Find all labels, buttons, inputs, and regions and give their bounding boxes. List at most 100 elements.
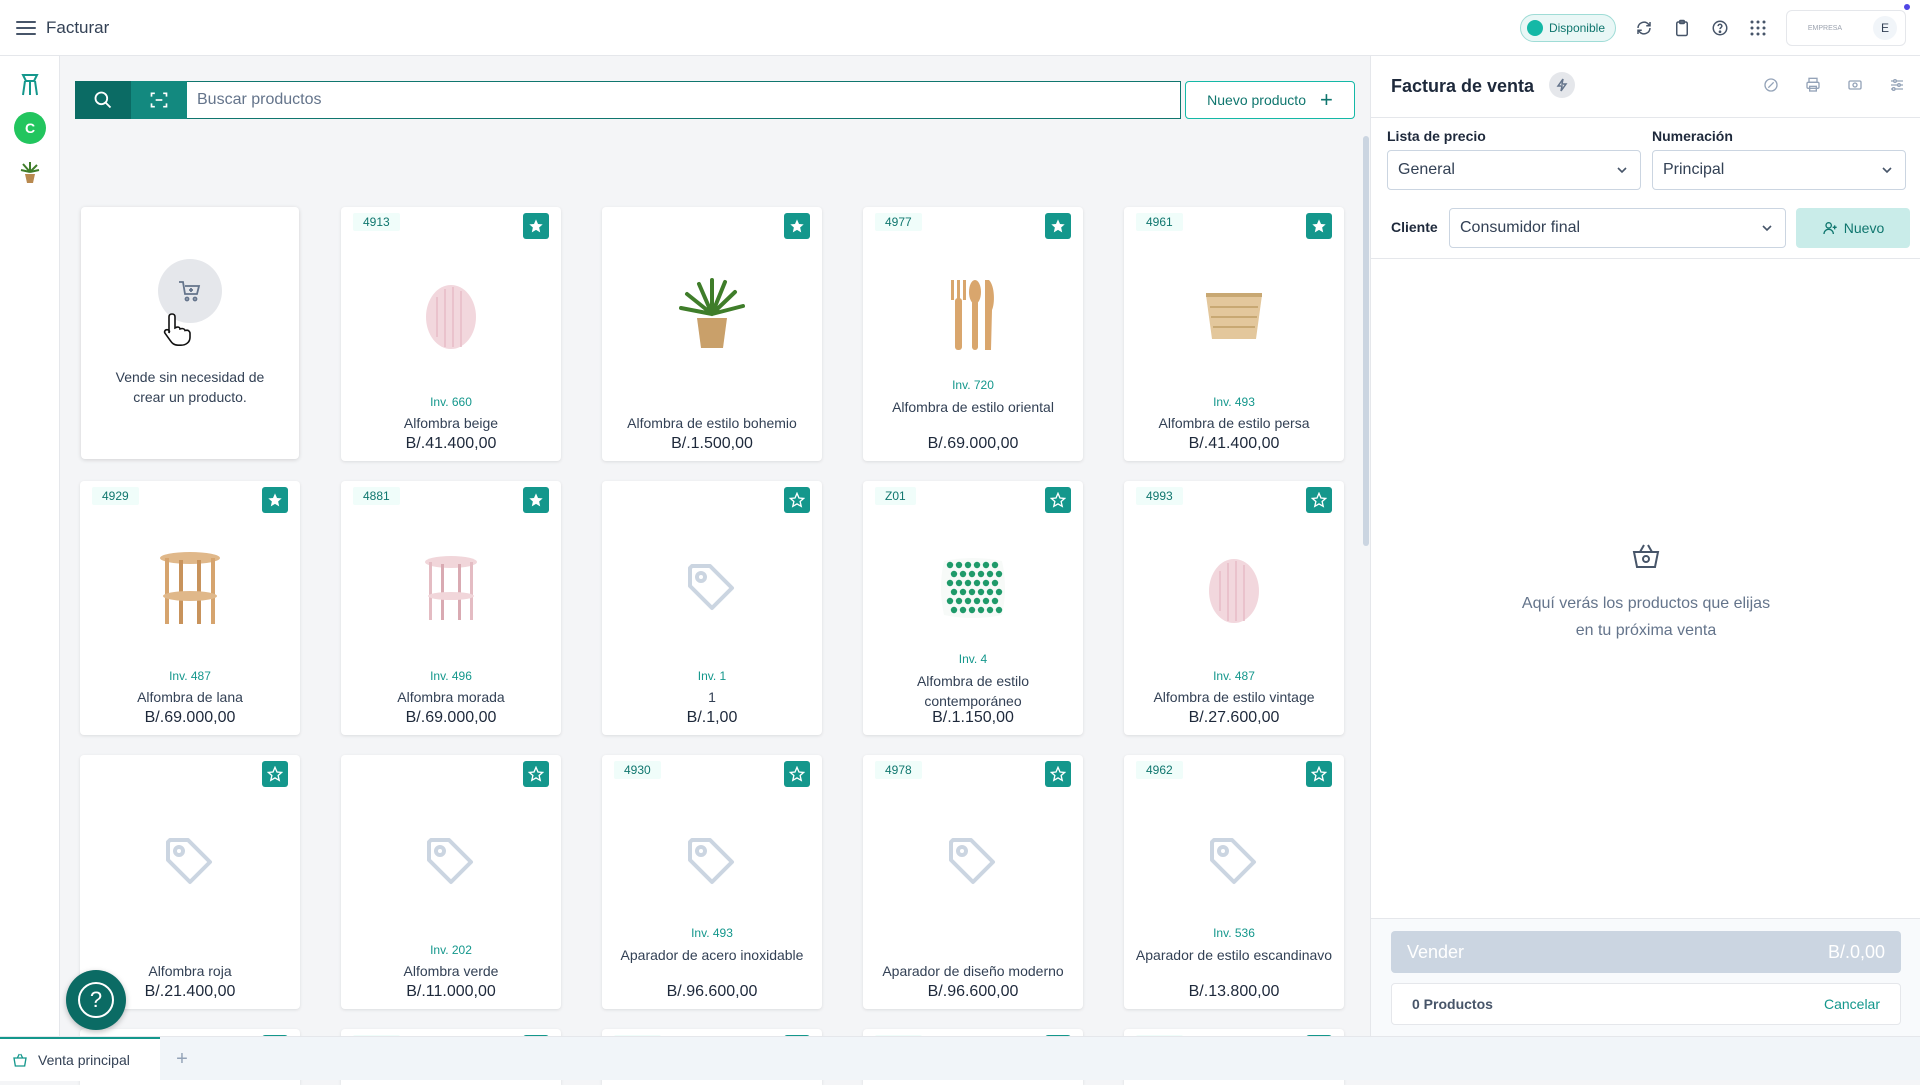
product-code: 4993: [1136, 487, 1183, 505]
new-product-button[interactable]: Nuevo producto +: [1185, 81, 1355, 119]
product-card[interactable]: 4993 Inv. 487 Alfombra de estilo vintage B/…: [1124, 481, 1344, 735]
app-title: Facturar: [46, 17, 110, 37]
favorite-star-icon[interactable]: [1045, 761, 1071, 787]
search-bar: Buscar productos: [75, 81, 1181, 119]
product-price: B/.69.000,00: [405, 709, 497, 726]
new-client-button[interactable]: Nuevo: [1796, 208, 1910, 248]
product-card[interactable]: Alfombra de estilo bohemio B/.1.500,00: [602, 207, 822, 461]
favorite-star-icon[interactable]: [523, 213, 549, 239]
chevron-down-icon: [1762, 225, 1772, 232]
favorite-star-icon[interactable]: [523, 487, 549, 513]
new-product-label: Nuevo producto: [1207, 92, 1306, 108]
products-count: 0 Productos: [1412, 996, 1493, 1012]
product-card[interactable]: Alfombra roja B/.21.400,00: [80, 755, 300, 1009]
product-image-tag: [396, 807, 506, 917]
barcode-scan-button[interactable]: [131, 81, 187, 119]
favorite-star-icon[interactable]: [262, 487, 288, 513]
status-badge[interactable]: Disponible: [1519, 14, 1616, 42]
chevron-down-icon: [1882, 167, 1892, 174]
product-image-plant: [657, 259, 767, 369]
apps-grid-icon[interactable]: [1748, 18, 1768, 38]
product-image-side-table: [135, 533, 245, 643]
favorite-star-icon[interactable]: [1306, 761, 1332, 787]
numbering-select[interactable]: Principal: [1652, 150, 1906, 190]
bottom-tabs: Venta principal +: [0, 1036, 1920, 1081]
favorite-star-icon[interactable]: [1045, 487, 1071, 513]
product-image-tag: [135, 807, 245, 917]
product-card[interactable]: 4930 Inv. 493 Aparador de acero inoxidable…: [602, 755, 822, 1009]
new-client-label: Nuevo: [1843, 220, 1885, 236]
inventory-count: Inv. 202: [430, 943, 472, 957]
inventory-count: Inv. 1: [697, 669, 727, 683]
plus-icon: +: [1319, 87, 1333, 112]
invoice-actions: [1761, 75, 1907, 95]
inventory-count: Inv. 496: [430, 669, 472, 683]
bolt-icon[interactable]: [1549, 72, 1575, 98]
discount-icon[interactable]: [1761, 75, 1781, 95]
numbering-value: Principal: [1663, 161, 1725, 178]
favorite-star-icon[interactable]: [1045, 213, 1071, 239]
question-icon: ?: [78, 982, 114, 1018]
plant-icon[interactable]: [14, 156, 46, 188]
product-card[interactable]: 4962 Inv. 536 Aparador de estilo escandina…: [1124, 755, 1344, 1009]
wifi-icon: [1526, 20, 1543, 36]
product-card[interactable]: 4929 Inv. 487 Alfombra de lana B/.69.000,00: [80, 481, 300, 735]
product-price: B/.1.150,00: [932, 709, 1014, 726]
sell-label: Vender: [1407, 941, 1465, 962]
basket-icon: [1632, 544, 1660, 568]
client-select[interactable]: Consumidor final: [1449, 208, 1786, 248]
product-card[interactable]: 4978 Aparador de diseño moderno B/.96.600,…: [863, 755, 1083, 1009]
product-price: B/.41.400,00: [1188, 435, 1280, 452]
product-image-basket: [1179, 259, 1289, 369]
product-price: B/.13.800,00: [1188, 983, 1280, 1000]
favorite-star-icon[interactable]: [784, 213, 810, 239]
settings-sliders-icon[interactable]: [1887, 75, 1907, 95]
search-button[interactable]: [75, 81, 131, 119]
quick-sale-card[interactable]: Vende sin necesidad de crear un producto…: [81, 207, 299, 459]
product-card[interactable]: 4881 Inv. 496 Alfombra morada B/.69.000,00: [341, 481, 561, 735]
help-icon[interactable]: [1710, 18, 1730, 38]
brand-icon[interactable]: [14, 68, 46, 100]
favorite-star-icon[interactable]: [784, 487, 810, 513]
invoice-footer: Vender B/.0,00 0 Productos Cancelar: [1371, 918, 1920, 1036]
product-name: Alfombra verde: [403, 963, 499, 979]
inventory-count: Inv. 493: [1213, 395, 1255, 409]
product-name: Aparador de acero inoxidable: [620, 947, 804, 963]
empty-line-1: Aquí verás los productos que elijas: [1521, 595, 1771, 612]
status-label: Disponible: [1548, 21, 1605, 35]
product-price: B/.69.000,00: [927, 435, 1019, 452]
favorite-star-icon[interactable]: [1306, 213, 1332, 239]
price-list-select[interactable]: General: [1387, 150, 1641, 190]
favorite-star-icon[interactable]: [523, 761, 549, 787]
company-switcher[interactable]: EMPRESA E: [1786, 10, 1906, 46]
favorite-star-icon[interactable]: [1306, 487, 1332, 513]
product-image-pink-vase: [396, 259, 506, 369]
add-tab-icon[interactable]: +: [172, 1049, 192, 1069]
sync-icon[interactable]: [1634, 18, 1654, 38]
product-card[interactable]: Inv. 1 1 B/.1,00: [602, 481, 822, 735]
avatar: E: [1873, 16, 1897, 40]
search-input[interactable]: Buscar productos: [187, 81, 1181, 119]
sell-button[interactable]: Vender B/.0,00: [1391, 931, 1901, 973]
product-card[interactable]: 4977 Inv. 720 Alfombra de estilo oriental B…: [863, 207, 1083, 461]
clipboard-icon[interactable]: [1672, 18, 1692, 38]
product-card[interactable]: 4961 Inv. 493 Alfombra de estilo persa B/.4…: [1124, 207, 1344, 461]
product-price: B/.96.600,00: [666, 983, 758, 1000]
scrollbar[interactable]: [1363, 136, 1369, 546]
user-c-icon[interactable]: C: [14, 112, 46, 144]
product-card[interactable]: Inv. 202 Alfombra verde B/.11.000,00: [341, 755, 561, 1009]
tab-venta-principal[interactable]: Venta principal: [0, 1037, 160, 1081]
product-card[interactable]: 4913 Inv. 660 Alfombra beige B/.41.400,00: [341, 207, 561, 461]
print-icon[interactable]: [1803, 75, 1823, 95]
favorite-star-icon[interactable]: [262, 761, 288, 787]
help-button[interactable]: ?: [66, 970, 126, 1030]
tab-label: Venta principal: [38, 1052, 130, 1068]
inventory-count: Inv. 4: [958, 652, 988, 666]
cancel-link[interactable]: Cancelar: [1824, 996, 1880, 1012]
hamburger-menu-icon[interactable]: [16, 20, 36, 35]
cash-icon[interactable]: [1845, 75, 1865, 95]
favorite-star-icon[interactable]: [784, 761, 810, 787]
product-name: Alfombra de estilo persa: [1158, 415, 1310, 431]
product-code: 4930: [614, 761, 661, 779]
product-card[interactable]: Z01 Inv. 4 Alfombra de estilo contemporáne…: [863, 481, 1083, 735]
